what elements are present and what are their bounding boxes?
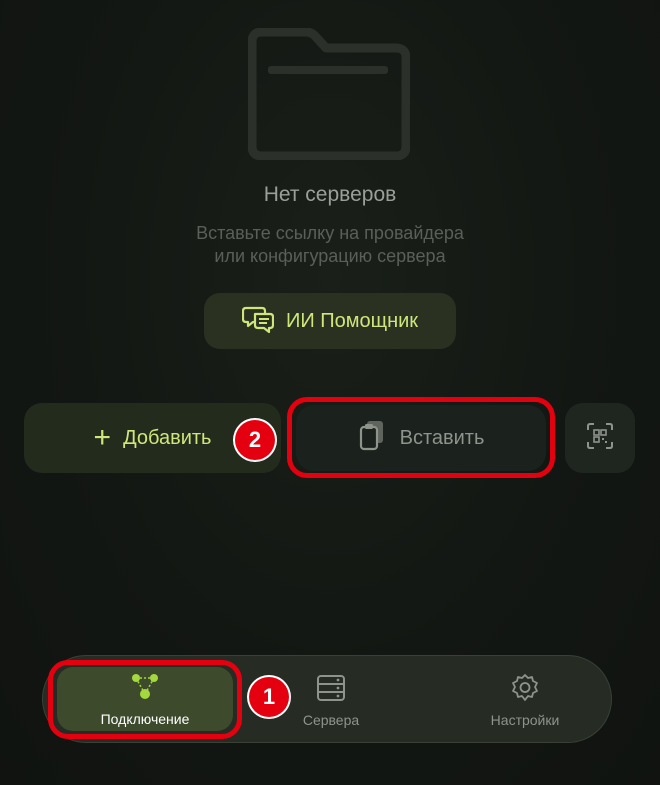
step-badge-1: 1 [249, 677, 289, 717]
nav-label-servers: Сервера [302, 711, 360, 728]
highlight-connection-box [48, 660, 242, 739]
chat-bubbles-icon [241, 302, 275, 340]
qr-scan-button[interactable] [565, 403, 635, 473]
highlight-paste-box [287, 397, 555, 478]
nav-item-settings[interactable]: Настройки [467, 656, 583, 744]
plus-icon: + [93, 421, 112, 454]
folder-icon [247, 27, 411, 161]
nav-item-servers[interactable]: Сервера [289, 656, 373, 744]
add-button-label: Добавить [123, 426, 212, 449]
ai-assistant-button[interactable]: ИИ Помощник [204, 293, 456, 349]
gear-icon [510, 673, 540, 706]
empty-state-subtitle: Вставьте ссылку на провайдера или конфиг… [0, 222, 660, 268]
empty-state-subtitle-line2: или конфигурацию сервера [214, 246, 446, 266]
step-badge-2: 2 [235, 420, 275, 460]
server-stack-icon [316, 673, 346, 706]
nav-label-settings: Настройки [490, 711, 560, 728]
ai-assistant-label: ИИ Помощник [285, 309, 419, 332]
qr-scan-icon [586, 422, 614, 455]
empty-state-subtitle-line1: Вставьте ссылку на провайдера [196, 223, 464, 243]
empty-state-title: Нет серверов [263, 183, 397, 206]
